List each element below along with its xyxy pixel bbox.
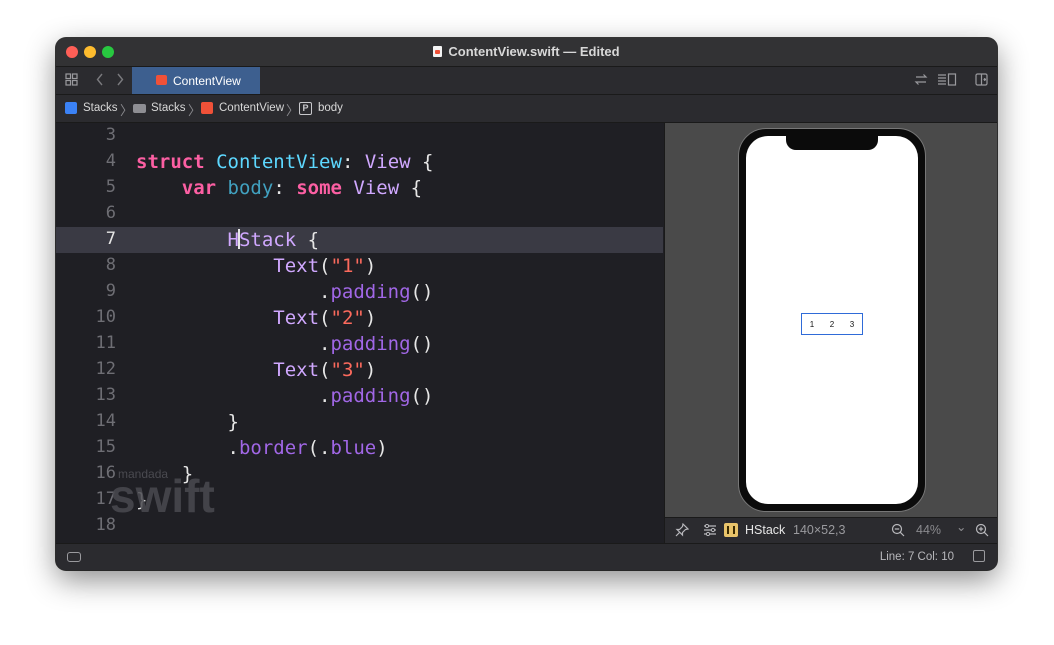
breadcrumb-separator-icon: 〉 xyxy=(286,103,300,118)
code-editor[interactable]: 3 4 struct ContentView: View { 5 var body… xyxy=(56,123,663,543)
preview-toolbar: HStack 140×52,3 44% ⌄ xyxy=(664,517,997,544)
canvas-preview: 1 2 3 xyxy=(664,123,997,517)
preview-text-2: 2 xyxy=(829,319,835,329)
tab-bar: ContentView xyxy=(56,67,997,95)
line-number: 18 xyxy=(95,515,116,535)
code-text: Text("2") xyxy=(273,307,377,329)
preview-text-1: 1 xyxy=(809,319,815,329)
line-number: 17 xyxy=(95,489,116,509)
breadcrumb-symbol[interactable]: body xyxy=(318,102,343,114)
line-number: 4 xyxy=(105,151,116,171)
tab-contentview[interactable]: ContentView xyxy=(132,67,260,94)
breadcrumb-separator-icon: 〉 xyxy=(120,103,134,118)
title-bar: ContentView.swift — Edited xyxy=(56,38,997,67)
code-line: 13 .padding() xyxy=(56,383,663,409)
zoom-menu-chevron-icon[interactable]: ⌄ xyxy=(956,519,966,534)
code-line: 12 Text("3") xyxy=(56,357,663,383)
folder-icon xyxy=(133,104,146,113)
code-text: HStack { xyxy=(227,229,320,251)
breadcrumb-project[interactable]: Stacks xyxy=(83,102,118,114)
line-number: 7 xyxy=(105,229,116,249)
swift-file-icon xyxy=(433,46,443,57)
zoom-out-icon[interactable] xyxy=(891,523,905,540)
line-number: 16 xyxy=(95,463,116,483)
preview-text-3: 3 xyxy=(849,319,855,329)
code-line: 4 struct ContentView: View { xyxy=(56,149,663,175)
line-number: 11 xyxy=(95,333,116,353)
debug-area-toggle-icon[interactable] xyxy=(67,552,81,562)
zoom-in-icon[interactable] xyxy=(975,523,989,540)
line-number: 12 xyxy=(95,359,116,379)
iphone-frame: 1 2 3 xyxy=(738,128,926,512)
watermark-logo: swift xyxy=(110,470,215,522)
code-text: .padding() xyxy=(136,333,434,355)
line-number: 6 xyxy=(105,203,116,223)
add-editor-icon[interactable] xyxy=(975,73,988,89)
back-icon[interactable] xyxy=(96,73,104,89)
inspector-layout-icon[interactable] xyxy=(937,73,957,89)
line-number: 8 xyxy=(105,255,116,275)
app-icon xyxy=(65,102,77,114)
status-bar: Line: 7 Col: 10 xyxy=(56,543,997,570)
breadcrumb-folder[interactable]: Stacks xyxy=(151,102,186,114)
selection-name: HStack xyxy=(745,523,786,537)
breadcrumb-separator-icon: 〉 xyxy=(188,103,202,118)
zoom-level[interactable]: 44% xyxy=(916,523,941,537)
cursor-position: Line: 7 Col: 10 xyxy=(879,551,954,563)
line-number: 13 xyxy=(95,385,116,405)
code-line: 8 Text("1") xyxy=(56,253,663,279)
code-line: 9 .padding() xyxy=(56,279,663,305)
code-line: 11 .padding() xyxy=(56,331,663,357)
forward-icon[interactable] xyxy=(116,73,124,89)
line-number: 3 xyxy=(105,125,116,145)
window-title: ContentView.swift — Edited xyxy=(56,44,997,59)
breadcrumb: Stacks 〉 Stacks 〉 ContentView 〉 P body xyxy=(56,95,997,123)
code-text: .border(.blue) xyxy=(136,437,388,459)
line-number: 9 xyxy=(105,281,116,301)
line-number: 14 xyxy=(95,411,116,431)
code-text: struct ContentView: View { xyxy=(136,151,434,173)
xcode-window: ContentView.swift — Edited ContentView S… xyxy=(56,38,997,570)
property-icon: P xyxy=(299,102,312,115)
code-text: var body: some View { xyxy=(181,177,423,199)
swift-icon xyxy=(156,75,167,85)
breadcrumb-file[interactable]: ContentView xyxy=(219,102,284,114)
panel-toggle-icon[interactable] xyxy=(973,550,985,562)
window-title-text: ContentView.swift — Edited xyxy=(448,44,620,59)
code-line: 10 Text("2") xyxy=(56,305,663,331)
line-number: 15 xyxy=(95,437,116,457)
text-cursor xyxy=(238,229,240,249)
code-text: Text("1") xyxy=(273,255,377,277)
line-number: 5 xyxy=(105,177,116,197)
code-text: Text("3") xyxy=(273,359,377,381)
hstack-icon xyxy=(724,523,738,537)
current-code-line: 7 HStack { xyxy=(56,227,663,253)
selection-size: 140×52,3 xyxy=(793,523,846,537)
code-line: 14 } xyxy=(56,409,663,435)
swift-icon xyxy=(201,102,213,114)
preview-hstack[interactable]: 1 2 3 xyxy=(801,313,863,335)
code-text: .padding() xyxy=(136,385,434,407)
pin-icon[interactable] xyxy=(675,522,690,540)
code-line: 5 var body: some View { xyxy=(56,175,663,201)
device-notch xyxy=(786,136,878,150)
grid-icon[interactable] xyxy=(65,73,78,89)
adjust-icon[interactable] xyxy=(703,523,717,539)
device-screen: 1 2 3 xyxy=(746,136,918,504)
code-text: } xyxy=(136,411,239,433)
code-line: 15 .border(.blue) xyxy=(56,435,663,461)
line-number: 10 xyxy=(95,307,116,327)
code-line: 3 xyxy=(56,123,663,149)
swap-icon[interactable] xyxy=(914,73,928,89)
code-text: .padding() xyxy=(136,281,434,303)
code-line: 6 xyxy=(56,201,663,227)
tab-label: ContentView xyxy=(173,74,241,88)
